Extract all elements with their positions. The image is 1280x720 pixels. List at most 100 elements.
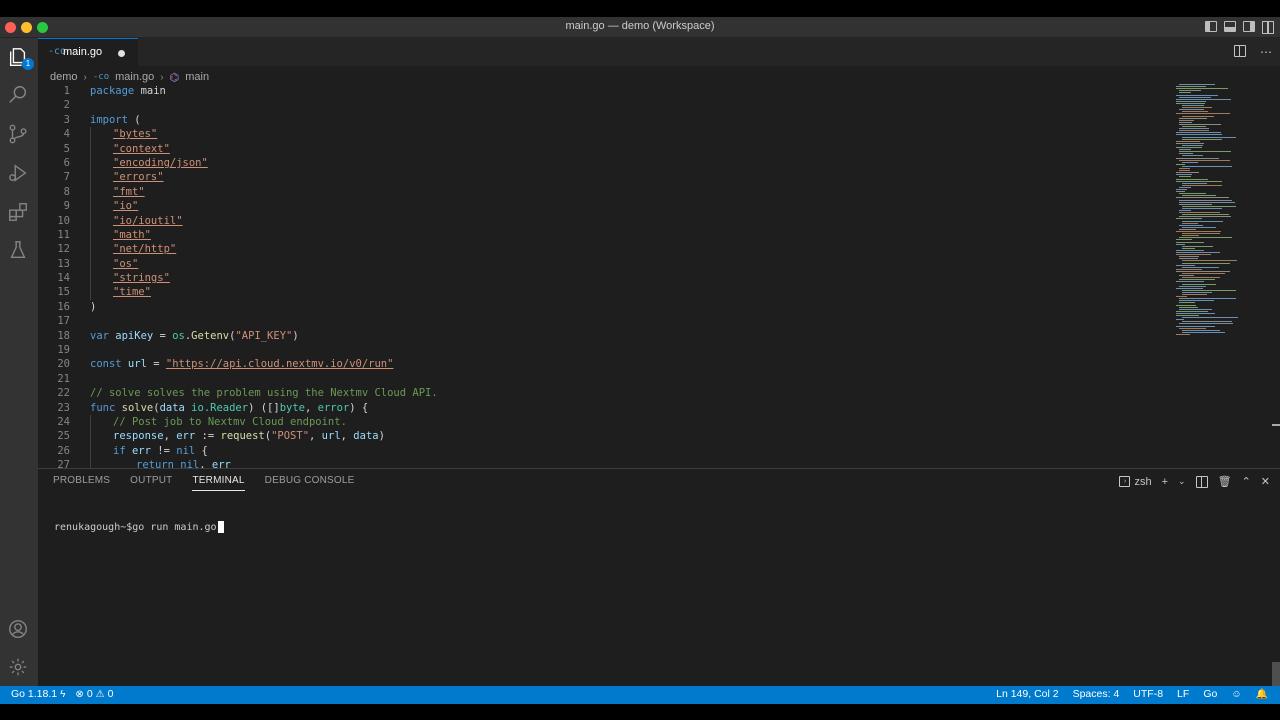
code-line: 10 "io/ioutil" [38,213,1168,228]
line-number: 5 [63,142,70,155]
notifications-bell-icon[interactable]: 🔔 [1256,689,1268,700]
minimap-line [1176,287,1203,289]
minimap-line [1176,142,1204,144]
source-control-icon[interactable] [7,123,31,147]
chevron-down-icon[interactable]: ⌄ [1178,476,1186,487]
minimap-line [1176,94,1218,96]
unsaved-dot-icon[interactable] [118,50,125,57]
code-line: 7 "errors" [38,170,1168,185]
line-number: 13 [57,257,70,270]
tab-debug-console[interactable]: DEBUG CONSOLE [265,475,355,491]
minimap-line [1182,262,1231,264]
testing-icon[interactable] [7,239,31,263]
minimap-line [1176,310,1209,312]
code-line: 2 [38,98,1168,112]
minimap-line [1182,273,1226,274]
code-line: 24// Post job to Nextmv Cloud endpoint. [38,414,1168,430]
terminal-output[interactable]: renukagough~$go run main.go [54,521,224,533]
minimap-line [1182,138,1222,140]
line-number: 24 [57,415,70,428]
editor-tabs: -co main.go ⋯ [38,38,1280,66]
line-number: 27 [57,459,70,468]
toggle-primary-sidebar-icon[interactable] [1205,21,1217,32]
minimap-line [1179,306,1198,308]
minimap-line [1176,147,1202,148]
minimap-line [1182,226,1216,228]
eol-status[interactable]: LF [1177,688,1189,700]
minimap-line [1182,266,1220,268]
code-editor[interactable]: 1 package main 2 3 import ( 4 "bytes" 5 "con… [38,84,1168,468]
toggle-panel-icon[interactable] [1224,21,1236,32]
tab-main-go[interactable]: -co main.go [38,38,138,66]
code-line: 14 "strings" [38,271,1168,286]
minimap-line [1179,199,1233,201]
layout-controls [1205,21,1274,34]
status-bar: Go 1.18.1 ϟ ⊗ 0 ⚠ 0 Ln 149, Col 2 Spaces… [0,686,1280,704]
minimap-line [1179,327,1206,329]
indentation-status[interactable]: Spaces: 4 [1073,688,1120,700]
minimap-line [1176,98,1231,100]
minimap-line [1179,121,1192,123]
screen-frame: main.go — demo (Workspace) 1 -co main.go… [0,0,1280,720]
minimap-line [1176,249,1204,251]
line-number: 16 [57,300,70,313]
customize-layout-icon[interactable] [1262,21,1274,34]
split-terminal-icon[interactable] [1195,475,1208,488]
go-version-status[interactable]: Go 1.18.1 ϟ [11,688,65,700]
terminal-icon: › [1119,476,1131,487]
warning-count: 0 [107,688,114,700]
code-line: 27 return nil, err [38,458,1168,468]
more-actions-icon[interactable]: ⋯ [1260,45,1272,59]
explorer-icon[interactable]: 1 [7,46,34,70]
maximize-panel-chevron-up-icon[interactable]: ⌃ [1242,475,1251,488]
breadcrumb-symbol[interactable]: main [185,71,209,83]
feedback-icon[interactable]: ☺ [1231,689,1241,700]
manage-gear-icon[interactable] [7,656,31,680]
minimap-line [1176,132,1222,134]
minimap-line [1182,136,1237,138]
new-terminal-plus-icon[interactable]: + [1162,476,1168,488]
minimap[interactable] [1176,84,1270,344]
minimap-line [1182,155,1204,157]
line-number: 22 [57,387,70,400]
minimap-line [1179,302,1195,304]
search-icon[interactable] [7,84,31,108]
encoding-status[interactable]: UTF-8 [1133,688,1163,700]
minimap-line [1179,201,1236,203]
minimap-line [1182,317,1239,319]
minimap-line [1182,235,1199,237]
breadcrumb-folder[interactable]: demo [50,71,78,83]
minimap-line [1176,191,1186,193]
editor-scroll-indicator[interactable] [1272,424,1280,426]
shell-name: zsh [1134,475,1152,488]
trash-icon[interactable]: 🗑 [1218,475,1232,488]
minimap-line [1176,241,1205,243]
breadcrumb-file[interactable]: main.go [115,71,154,83]
minimap-line [1179,119,1194,121]
tab-problems[interactable]: PROBLEMS [53,475,110,491]
minimap-line [1176,281,1204,283]
split-editor-icon[interactable] [1234,45,1246,57]
code-line: 5 "context" [38,141,1168,156]
minimap-line [1179,285,1207,287]
accounts-icon[interactable] [7,618,31,642]
editor-group: -co main.go ⋯ demo › -co main.go › ⌬ mai… [38,38,1280,468]
minimap-line [1179,279,1215,281]
minimap-line [1176,231,1221,232]
cursor-position-status[interactable]: Ln 149, Col 2 [996,688,1058,700]
minimap-line [1179,210,1191,211]
close-panel-icon[interactable]: ✕ [1261,475,1270,488]
panel-scrollbar[interactable] [1272,662,1280,686]
minimap-line [1179,216,1232,218]
run-and-debug-icon[interactable] [7,162,31,186]
extensions-icon[interactable] [7,201,31,225]
code-line: 4 "bytes" [38,127,1168,142]
minimap-line [1179,275,1194,277]
language-mode-status[interactable]: Go [1203,688,1217,700]
minimap-line [1182,260,1238,262]
problems-status[interactable]: ⊗ 0 ⚠ 0 [75,688,113,700]
tab-output[interactable]: OUTPUT [130,475,172,491]
toggle-secondary-sidebar-icon[interactable] [1243,21,1255,32]
terminal-shell-selector[interactable]: › zsh [1119,475,1152,488]
tab-terminal[interactable]: TERMINAL [192,475,245,491]
